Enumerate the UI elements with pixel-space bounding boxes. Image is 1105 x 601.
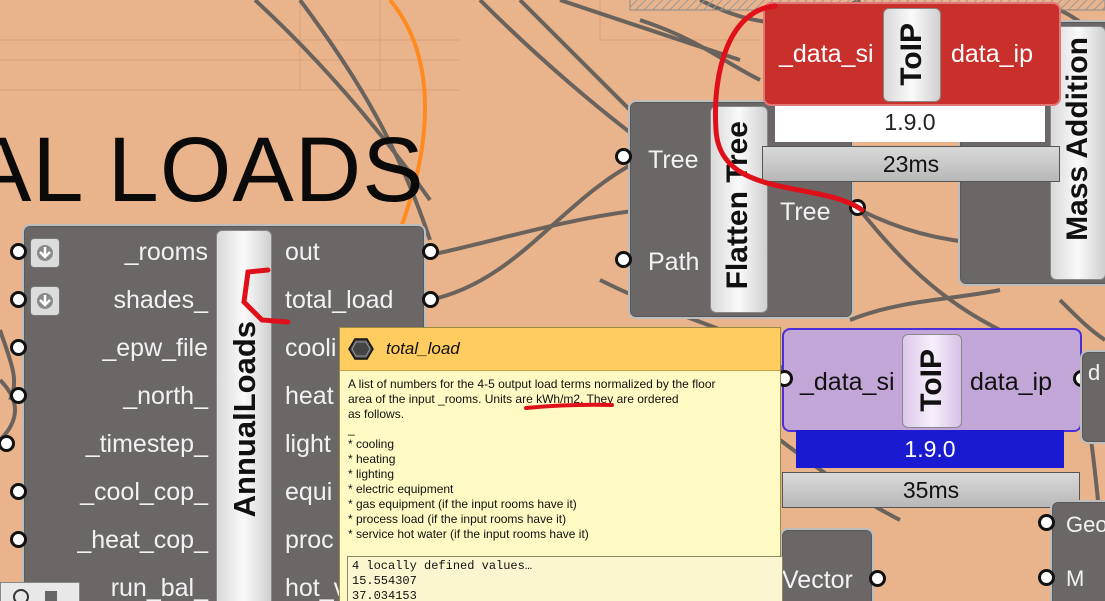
tooltip-header: total_load bbox=[340, 328, 780, 371]
grasshopper-canvas[interactable]: AL LOADS _rooms shades_ _epw_file _north… bbox=[0, 0, 1105, 601]
values-header: 4 locally defined values… bbox=[352, 559, 533, 573]
hexagon-icon bbox=[348, 338, 374, 360]
tooltip-title: total_load bbox=[386, 339, 460, 358]
value-item: 15.554307 bbox=[352, 574, 417, 588]
units-underline bbox=[524, 402, 614, 410]
tooltip-values-box: 4 locally defined values… 15.554307 37.0… bbox=[347, 556, 783, 601]
value-item: 37.034153 bbox=[352, 589, 417, 601]
tooltip-description: A list of numbers for the 4-5 output loa… bbox=[348, 377, 716, 541]
parameter-tooltip: total_load A list of numbers for the 4-5… bbox=[339, 327, 783, 601]
